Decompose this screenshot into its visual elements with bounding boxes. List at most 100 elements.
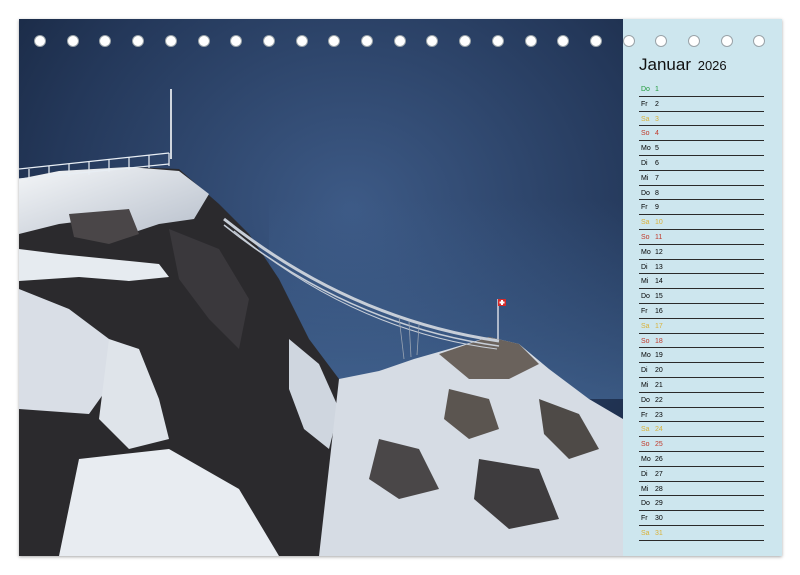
weekday-label: Do: [641, 396, 650, 404]
year: 2026: [697, 58, 727, 73]
day-number: 27: [655, 470, 663, 478]
day-row: So 4: [639, 126, 764, 142]
weekday-label: Sa: [641, 115, 650, 123]
day-row: Di 20: [639, 363, 764, 378]
day-number: 28: [655, 485, 663, 493]
weekday-label: Mo: [641, 455, 651, 463]
weekday-label: Mo: [641, 145, 651, 153]
day-row: Mo 19: [639, 348, 764, 364]
month-title: Januar 2026: [639, 55, 727, 75]
day-row: Di 27: [639, 467, 764, 482]
day-number: 4: [655, 130, 659, 138]
calendar-sidebar: Januar 2026 Do 1 Fr 2 Sa 3 So 4 Mo 5 Di 6 Mi 7 Do 8 Fr 9 S…: [623, 19, 782, 556]
day-number: 15: [655, 293, 663, 301]
weekday-label: Do: [641, 293, 650, 301]
day-row: Fr 30: [639, 511, 764, 526]
weekday-label: Fr: [641, 515, 648, 523]
day-number: 13: [655, 263, 663, 271]
day-row: Do 8: [639, 186, 764, 201]
weekday-label: Fr: [641, 307, 648, 315]
day-row: Fr 9: [639, 200, 764, 216]
day-number: 21: [655, 381, 663, 389]
day-row: Do 29: [639, 496, 764, 512]
weekday-label: Sa: [641, 219, 650, 227]
day-row: Mi 28: [639, 482, 764, 497]
day-number: 9: [655, 204, 659, 212]
day-row: Sa 24: [639, 422, 764, 438]
day-number: 6: [655, 159, 659, 167]
day-number: 25: [655, 441, 663, 449]
day-number: 20: [655, 367, 663, 375]
day-list: Do 1 Fr 2 Sa 3 So 4 Mo 5 Di 6 Mi 7 Do 8 Fr 9 Sa 10 So 11 Mo 12 D…: [639, 82, 764, 541]
day-number: 7: [655, 174, 659, 182]
day-number: 5: [655, 145, 659, 153]
day-number: 14: [655, 278, 663, 286]
day-number: 3: [655, 115, 659, 123]
day-number: 16: [655, 307, 663, 315]
mountain-bridge-photo: [19, 19, 623, 556]
day-number: 1: [655, 86, 659, 93]
weekday-label: Sa: [641, 322, 650, 330]
weekday-label: Mi: [641, 381, 649, 389]
weekday-label: Do: [641, 189, 650, 197]
day-number: 30: [655, 515, 663, 523]
weekday-label: Mi: [641, 485, 649, 493]
weekday-label: So: [641, 337, 650, 345]
day-number: 11: [655, 233, 663, 241]
day-number: 19: [655, 352, 663, 360]
day-number: 10: [655, 219, 663, 227]
weekday-label: Di: [641, 159, 648, 167]
day-row: So 11: [639, 230, 764, 245]
calendar-page: Januar 2026 Do 1 Fr 2 Sa 3 So 4 Mo 5 Di 6 Mi 7 Do 8 Fr 9 S…: [19, 19, 782, 556]
day-row: Di 13: [639, 260, 764, 275]
day-row: Mi 14: [639, 274, 764, 290]
weekday-label: Di: [641, 470, 648, 478]
day-row: Mo 5: [639, 141, 764, 156]
day-row: Do 1: [639, 82, 764, 97]
day-number: 22: [655, 396, 663, 404]
weekday-label: Mi: [641, 278, 649, 286]
day-number: 8: [655, 189, 659, 197]
weekday-label: Mo: [641, 248, 651, 256]
weekday-label: Sa: [641, 426, 650, 434]
day-number: 26: [655, 455, 663, 463]
weekday-label: So: [641, 233, 650, 241]
day-row: Mi 21: [639, 378, 764, 393]
day-number: 31: [655, 529, 663, 537]
day-row: Mo 12: [639, 245, 764, 260]
day-number: 2: [655, 100, 659, 108]
day-row: Fr 16: [639, 304, 764, 319]
month-name: Januar: [639, 55, 691, 74]
weekday-label: Fr: [641, 411, 648, 419]
day-row: Mo 26: [639, 452, 764, 467]
day-number: 17: [655, 322, 663, 330]
swiss-flag-icon: [498, 299, 506, 306]
day-row: Di 6: [639, 156, 764, 171]
day-row: So 18: [639, 334, 764, 349]
weekday-label: Do: [641, 86, 650, 93]
weekday-label: Do: [641, 500, 650, 508]
day-number: 12: [655, 248, 663, 256]
day-row: Do 15: [639, 289, 764, 304]
weekday-label: Di: [641, 367, 648, 375]
day-row: Mi 7: [639, 171, 764, 186]
weekday-label: So: [641, 130, 650, 138]
day-number: 24: [655, 426, 663, 434]
day-row: Sa 3: [639, 112, 764, 127]
day-number: 23: [655, 411, 663, 419]
day-row: Sa 17: [639, 319, 764, 334]
weekday-label: Sa: [641, 529, 650, 537]
photo-illustration: [19, 19, 623, 556]
day-number: 29: [655, 500, 663, 508]
day-row: Fr 23: [639, 408, 764, 423]
day-row: Fr 2: [639, 97, 764, 112]
weekday-label: Mi: [641, 174, 649, 182]
weekday-label: Fr: [641, 204, 648, 212]
weekday-label: Fr: [641, 100, 648, 108]
weekday-label: Di: [641, 263, 648, 271]
day-number: 18: [655, 337, 663, 345]
day-row: Do 22: [639, 393, 764, 408]
weekday-label: Mo: [641, 352, 651, 360]
day-row: Sa 10: [639, 215, 764, 230]
day-row: So 25: [639, 437, 764, 452]
